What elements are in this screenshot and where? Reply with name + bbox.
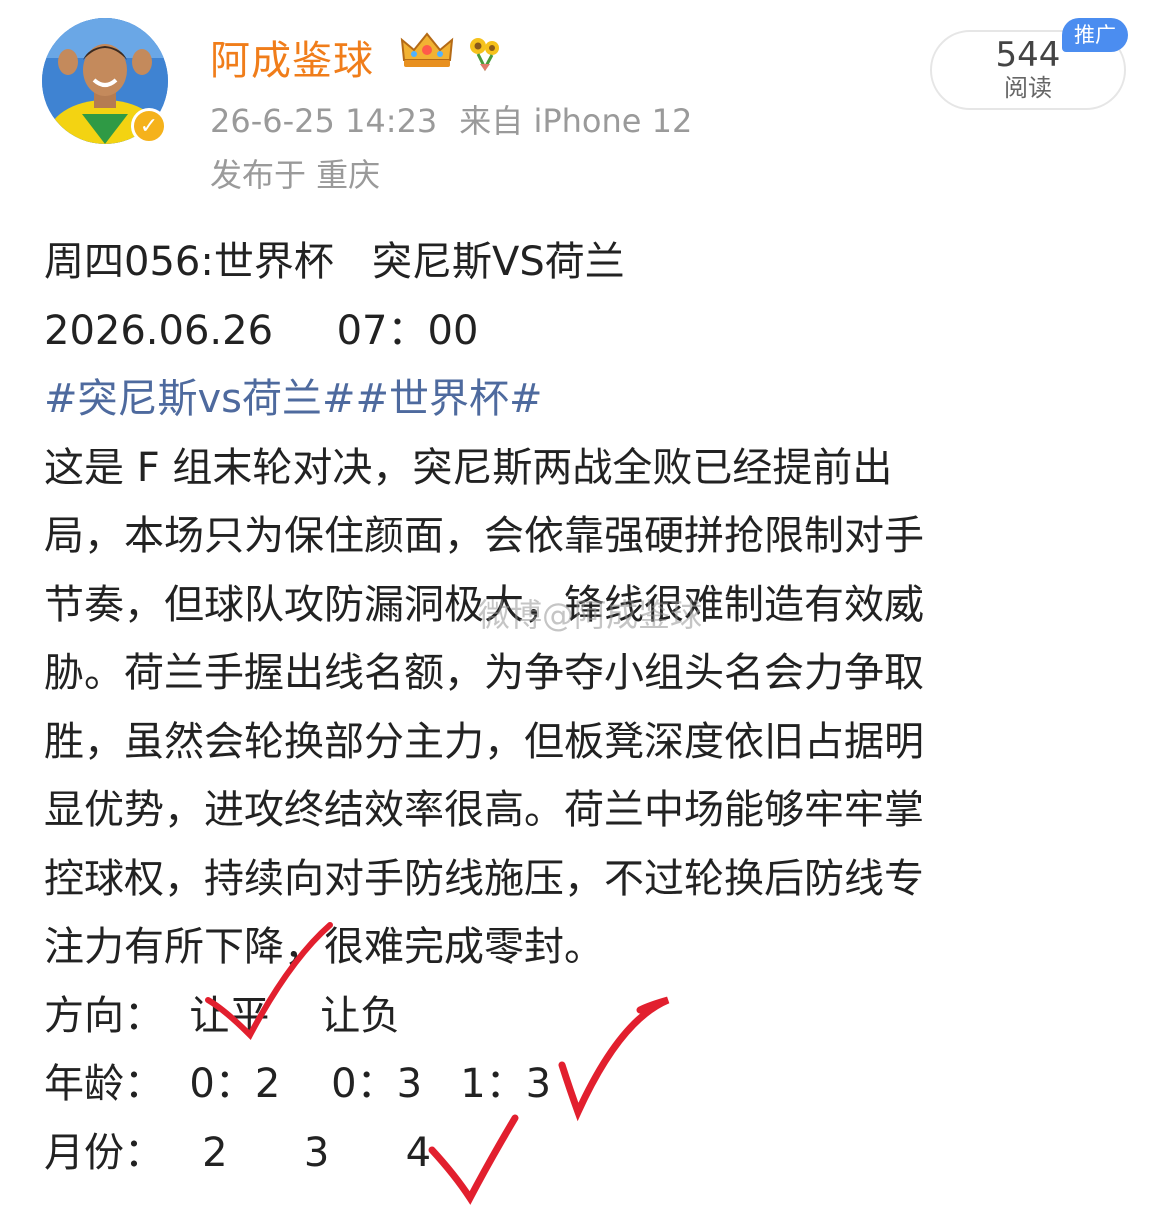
body-line: 局，本场只为保住颜面，会依靠强硬拼抢限制对手 bbox=[44, 513, 924, 559]
direction-line: 方向： 让平 让负 bbox=[44, 992, 401, 1039]
body-line: 控球权，持续向对手防线施压，不过轮换后防线专 bbox=[44, 855, 924, 902]
age-line: 年龄： 0：2 0：3 1：3 bbox=[44, 1061, 552, 1107]
body-line: 这是 F 组末轮对决，突尼斯两战全败已经提前出 bbox=[44, 444, 893, 491]
match-title: 周四056:世界杯 突尼斯VS荷兰 bbox=[44, 239, 625, 285]
watermark: 微博@阿成鉴球 bbox=[478, 596, 703, 634]
match-datetime: 2026.06.26 07：00 bbox=[44, 307, 479, 354]
hashtag-link[interactable]: #突尼斯vs荷兰##世界杯# bbox=[44, 365, 1124, 434]
month-line: 月份： 2 3 4 bbox=[44, 1129, 432, 1176]
post-content: 周四056:世界杯 突尼斯VS荷兰 2026.06.26 07：00 #突尼斯v… bbox=[44, 228, 1124, 1187]
username[interactable]: 阿成鉴球 bbox=[210, 28, 374, 86]
verified-icon: ✓ bbox=[131, 108, 167, 144]
crown-badge-icon bbox=[400, 32, 454, 67]
read-label: 阅读 bbox=[1004, 74, 1052, 102]
sunflower-badge-icon bbox=[470, 38, 499, 72]
promo-badge[interactable]: 推广 bbox=[1062, 18, 1128, 52]
body-line: 胜，虽然会轮换部分主力，但板凳深度依旧占据明 bbox=[44, 718, 924, 765]
body-line: 注力有所下降，很难完成零封。 bbox=[44, 924, 604, 970]
post-time: 26-6-25 14:23 bbox=[210, 102, 438, 140]
post-meta: 26-6-25 14:23 来自 iPhone 12 bbox=[210, 96, 692, 142]
post-location: 发布于 重庆 bbox=[210, 156, 381, 194]
post-source: 来自 iPhone 12 bbox=[459, 102, 693, 140]
body-line: 胁。荷兰手握出线名额，为争夺小组头名会力争取 bbox=[44, 650, 924, 696]
body-line: 显优势，进攻终结效率很高。荷兰中场能够牢牢掌 bbox=[44, 787, 924, 833]
